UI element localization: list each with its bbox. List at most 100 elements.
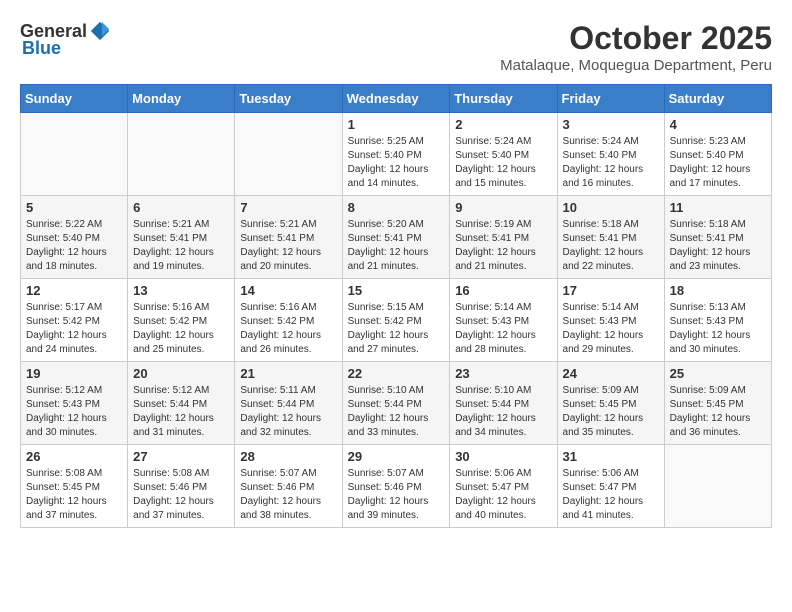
calendar-week-row: 19 Sunrise: 5:12 AM Sunset: 5:43 PM Dayli…: [21, 362, 772, 445]
location-subtitle: Matalaque, Moquegua Department, Peru: [500, 57, 772, 74]
day-number: 13: [133, 283, 229, 298]
day-number: 4: [670, 117, 766, 132]
header-day-wednesday: Wednesday: [342, 85, 450, 113]
day-info: Sunrise: 5:25 AM Sunset: 5:40 PM Dayligh…: [348, 135, 445, 191]
day-info: Sunrise: 5:08 AM Sunset: 5:45 PM Dayligh…: [26, 467, 122, 523]
page-header: General Blue October 2025 Matalaque, Moq…: [20, 20, 772, 74]
title-section: October 2025 Matalaque, Moquegua Departm…: [500, 20, 772, 74]
calendar-cell: 6Sunrise: 5:21 AM Sunset: 5:41 PM Daylig…: [128, 196, 235, 279]
day-number: 20: [133, 366, 229, 381]
day-info: Sunrise: 5:20 AM Sunset: 5:41 PM Dayligh…: [348, 218, 445, 274]
day-info: Sunrise: 5:06 AM Sunset: 5:47 PM Dayligh…: [455, 467, 551, 523]
day-info: Sunrise: 5:22 AM Sunset: 5:40 PM Dayligh…: [26, 218, 122, 274]
logo-icon: [89, 20, 111, 42]
day-number: 27: [133, 449, 229, 464]
day-info: Sunrise: 5:12 AM Sunset: 5:43 PM Dayligh…: [26, 384, 122, 440]
calendar-cell: 24Sunrise: 5:09 AM Sunset: 5:45 PM Dayli…: [557, 362, 664, 445]
day-info: Sunrise: 5:14 AM Sunset: 5:43 PM Dayligh…: [563, 301, 659, 357]
header-day-sunday: Sunday: [21, 85, 128, 113]
day-number: 11: [670, 200, 766, 215]
calendar-cell: 23Sunrise: 5:10 AM Sunset: 5:44 PM Dayli…: [450, 362, 557, 445]
calendar-week-row: 5 Sunrise: 5:22 AM Sunset: 5:40 PM Daylig…: [21, 196, 772, 279]
calendar-cell: 19 Sunrise: 5:12 AM Sunset: 5:43 PM Dayli…: [21, 362, 128, 445]
day-info: Sunrise: 5:09 AM Sunset: 5:45 PM Dayligh…: [670, 384, 766, 440]
day-info: Sunrise: 5:15 AM Sunset: 5:42 PM Dayligh…: [348, 301, 445, 357]
calendar-cell: 1 Sunrise: 5:25 AM Sunset: 5:40 PM Daylig…: [342, 113, 450, 196]
calendar-table: SundayMondayTuesdayWednesdayThursdayFrid…: [20, 84, 772, 528]
day-info: Sunrise: 5:17 AM Sunset: 5:42 PM Dayligh…: [26, 301, 122, 357]
day-info: Sunrise: 5:08 AM Sunset: 5:46 PM Dayligh…: [133, 467, 229, 523]
day-number: 7: [240, 200, 336, 215]
calendar-cell: 3 Sunrise: 5:24 AM Sunset: 5:40 PM Daylig…: [557, 113, 664, 196]
header-day-saturday: Saturday: [664, 85, 771, 113]
day-info: Sunrise: 5:24 AM Sunset: 5:40 PM Dayligh…: [563, 135, 659, 191]
day-number: 18: [670, 283, 766, 298]
calendar-cell: 13 Sunrise: 5:16 AM Sunset: 5:42 PM Dayli…: [128, 279, 235, 362]
calendar-cell: 9 Sunrise: 5:19 AM Sunset: 5:41 PM Daylig…: [450, 196, 557, 279]
calendar-cell: 20 Sunrise: 5:12 AM Sunset: 5:44 PM Dayli…: [128, 362, 235, 445]
calendar-cell: 10 Sunrise: 5:18 AM Sunset: 5:41 PM Dayli…: [557, 196, 664, 279]
calendar-cell: 14 Sunrise: 5:16 AM Sunset: 5:42 PM Dayli…: [235, 279, 342, 362]
day-number: 31: [563, 449, 659, 464]
day-info: Sunrise: 5:16 AM Sunset: 5:42 PM Dayligh…: [240, 301, 336, 357]
day-number: 5: [26, 200, 122, 215]
day-info: Sunrise: 5:18 AM Sunset: 5:41 PM Dayligh…: [670, 218, 766, 274]
day-info: Sunrise: 5:18 AM Sunset: 5:41 PM Dayligh…: [563, 218, 659, 274]
day-number: 10: [563, 200, 659, 215]
day-number: 25: [670, 366, 766, 381]
day-info: Sunrise: 5:16 AM Sunset: 5:42 PM Dayligh…: [133, 301, 229, 357]
day-info: Sunrise: 5:06 AM Sunset: 5:47 PM Dayligh…: [563, 467, 659, 523]
day-info: Sunrise: 5:23 AM Sunset: 5:40 PM Dayligh…: [670, 135, 766, 191]
calendar-week-row: 12 Sunrise: 5:17 AM Sunset: 5:42 PM Dayli…: [21, 279, 772, 362]
header-day-thursday: Thursday: [450, 85, 557, 113]
day-number: 29: [348, 449, 445, 464]
day-number: 2: [455, 117, 551, 132]
logo: General Blue: [20, 20, 111, 59]
day-number: 8: [348, 200, 445, 215]
calendar-cell: [21, 113, 128, 196]
day-info: Sunrise: 5:07 AM Sunset: 5:46 PM Dayligh…: [348, 467, 445, 523]
calendar-cell: 26 Sunrise: 5:08 AM Sunset: 5:45 PM Dayli…: [21, 445, 128, 528]
calendar-cell: [235, 113, 342, 196]
calendar-cell: 28Sunrise: 5:07 AM Sunset: 5:46 PM Dayli…: [235, 445, 342, 528]
day-number: 26: [26, 449, 122, 464]
calendar-cell: 30Sunrise: 5:06 AM Sunset: 5:47 PM Dayli…: [450, 445, 557, 528]
calendar-week-row: 1 Sunrise: 5:25 AM Sunset: 5:40 PM Daylig…: [21, 113, 772, 196]
calendar-cell: 7Sunrise: 5:21 AM Sunset: 5:41 PM Daylig…: [235, 196, 342, 279]
calendar-cell: [664, 445, 771, 528]
calendar-cell: 17Sunrise: 5:14 AM Sunset: 5:43 PM Dayli…: [557, 279, 664, 362]
calendar-cell: 29 Sunrise: 5:07 AM Sunset: 5:46 PM Dayli…: [342, 445, 450, 528]
calendar-cell: 25 Sunrise: 5:09 AM Sunset: 5:45 PM Dayli…: [664, 362, 771, 445]
day-number: 19: [26, 366, 122, 381]
day-number: 21: [240, 366, 336, 381]
calendar-cell: 12 Sunrise: 5:17 AM Sunset: 5:42 PM Dayli…: [21, 279, 128, 362]
calendar-cell: 8 Sunrise: 5:20 AM Sunset: 5:41 PM Daylig…: [342, 196, 450, 279]
calendar-cell: 5 Sunrise: 5:22 AM Sunset: 5:40 PM Daylig…: [21, 196, 128, 279]
day-number: 1: [348, 117, 445, 132]
day-number: 15: [348, 283, 445, 298]
day-number: 3: [563, 117, 659, 132]
day-info: Sunrise: 5:19 AM Sunset: 5:41 PM Dayligh…: [455, 218, 551, 274]
day-info: Sunrise: 5:14 AM Sunset: 5:43 PM Dayligh…: [455, 301, 551, 357]
month-title: October 2025: [500, 20, 772, 57]
calendar-week-row: 26 Sunrise: 5:08 AM Sunset: 5:45 PM Dayli…: [21, 445, 772, 528]
calendar-cell: 4 Sunrise: 5:23 AM Sunset: 5:40 PM Daylig…: [664, 113, 771, 196]
header-day-tuesday: Tuesday: [235, 85, 342, 113]
calendar-cell: 16 Sunrise: 5:14 AM Sunset: 5:43 PM Dayli…: [450, 279, 557, 362]
day-info: Sunrise: 5:10 AM Sunset: 5:44 PM Dayligh…: [455, 384, 551, 440]
day-info: Sunrise: 5:24 AM Sunset: 5:40 PM Dayligh…: [455, 135, 551, 191]
day-info: Sunrise: 5:10 AM Sunset: 5:44 PM Dayligh…: [348, 384, 445, 440]
calendar-cell: [128, 113, 235, 196]
day-number: 14: [240, 283, 336, 298]
day-info: Sunrise: 5:12 AM Sunset: 5:44 PM Dayligh…: [133, 384, 229, 440]
day-number: 22: [348, 366, 445, 381]
day-number: 9: [455, 200, 551, 215]
day-number: 12: [26, 283, 122, 298]
header-day-monday: Monday: [128, 85, 235, 113]
calendar-cell: 2 Sunrise: 5:24 AM Sunset: 5:40 PM Daylig…: [450, 113, 557, 196]
calendar-cell: 18Sunrise: 5:13 AM Sunset: 5:43 PM Dayli…: [664, 279, 771, 362]
calendar-cell: 27 Sunrise: 5:08 AM Sunset: 5:46 PM Dayli…: [128, 445, 235, 528]
day-number: 16: [455, 283, 551, 298]
calendar-cell: 15 Sunrise: 5:15 AM Sunset: 5:42 PM Dayli…: [342, 279, 450, 362]
calendar-header-row: SundayMondayTuesdayWednesdayThursdayFrid…: [21, 85, 772, 113]
